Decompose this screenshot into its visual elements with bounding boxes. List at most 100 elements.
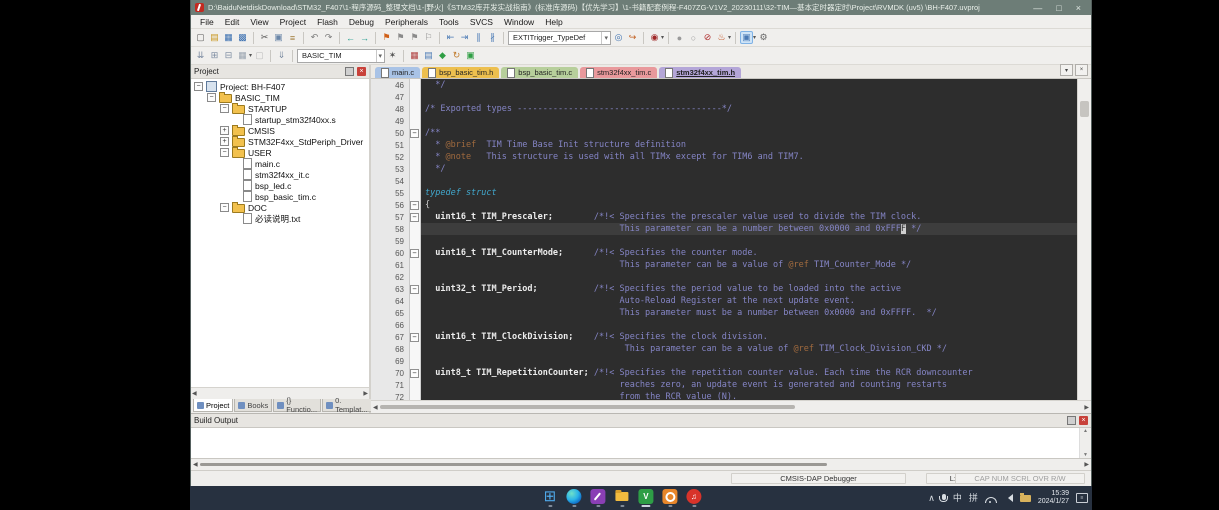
new-file-icon[interactable]: ▢ <box>194 31 207 44</box>
chevron-down-icon[interactable]: ▾ <box>376 50 383 62</box>
next-bookmark-icon[interactable]: ⚑ <box>408 31 421 44</box>
collapse-icon[interactable]: − <box>207 93 216 102</box>
batch-build-icon[interactable]: ▦ <box>236 49 249 62</box>
navigate-forward-icon[interactable]: → <box>358 31 371 44</box>
batch-build-dropdown-icon[interactable]: ▾ <box>249 52 252 59</box>
menu-edit[interactable]: Edit <box>220 17 245 27</box>
code-line[interactable]: 46 */ <box>371 79 1077 91</box>
unindent-icon[interactable]: ⇤ <box>444 31 457 44</box>
code-line[interactable]: 60− uint16_t TIM_CounterMode; /*!< Speci… <box>371 247 1077 259</box>
tree-item[interactable]: −STARTUP <box>191 103 369 114</box>
tree-item[interactable]: startup_stm32f40xx.s <box>191 114 369 125</box>
scroll-down-icon[interactable]: ▼ <box>1083 452 1088 458</box>
collapse-icon[interactable]: − <box>194 82 203 91</box>
collapse-icon[interactable]: − <box>220 104 229 113</box>
title-bar[interactable]: D:\BaiduNetdiskDownload\STM32_F407\1-程序源… <box>191 0 1091 15</box>
save-icon[interactable]: ▦ <box>222 31 235 44</box>
code-line[interactable]: 56−{ <box>371 199 1077 211</box>
code-line[interactable]: 71 reaches zero, an update event is gene… <box>371 379 1077 391</box>
code-line[interactable]: 52 * @note This structure is used with a… <box>371 151 1077 163</box>
enable-disable-breakpoint-icon[interactable]: ○ <box>687 31 700 44</box>
fold-box-icon[interactable]: − <box>410 333 419 342</box>
code-editor[interactable]: 46 */4748/* Exported types -------------… <box>371 79 1091 400</box>
scroll-left-icon[interactable]: ◀ <box>192 390 197 397</box>
navigate-back-icon[interactable]: ← <box>344 31 357 44</box>
expand-icon[interactable]: + <box>220 137 229 146</box>
code-line[interactable]: 57− uint16_t TIM_Prescaler; /*!< Specifi… <box>371 211 1077 223</box>
build-output-header[interactable]: Build Output × <box>191 413 1091 427</box>
start-stop-debug-dropdown-icon[interactable]: ▾ <box>661 34 664 41</box>
taskbar-app-orange[interactable] <box>662 489 677 507</box>
tree-item[interactable]: 必读说明.txt <box>191 213 369 224</box>
chevron-down-icon[interactable]: ▾ <box>601 32 608 44</box>
tab-close-icon[interactable]: × <box>1075 64 1088 76</box>
editor-vertical-scrollbar[interactable] <box>1077 79 1091 400</box>
uncomment-selection-icon[interactable]: ∦ <box>486 31 499 44</box>
download-to-flash-icon[interactable]: ⇓ <box>275 49 288 62</box>
comment-selection-icon[interactable]: ∥ <box>472 31 485 44</box>
fold-box-icon[interactable]: − <box>410 213 419 222</box>
clear-bookmarks-icon[interactable]: ⚐ <box>422 31 435 44</box>
tree-item[interactable]: bsp_led.c <box>191 180 369 191</box>
editor-tab-stm32f4xx_tim-c[interactable]: stm32f4xx_tim.c <box>580 67 657 78</box>
wifi-icon[interactable] <box>985 497 997 503</box>
menu-help[interactable]: Help <box>540 17 567 27</box>
fold-box-icon[interactable]: − <box>410 369 419 378</box>
code-line[interactable]: 64 Auto-Reload Register at the next upda… <box>371 295 1077 307</box>
fold-box-icon[interactable]: − <box>410 129 419 138</box>
open-file-icon[interactable]: ▤ <box>208 31 221 44</box>
start-stop-debug-icon[interactable]: ◉ <box>648 31 661 44</box>
project-close-icon[interactable]: × <box>357 67 366 76</box>
menu-debug[interactable]: Debug <box>344 17 379 27</box>
onedrive-folder-icon[interactable] <box>1020 495 1031 502</box>
pin-icon[interactable] <box>345 67 354 76</box>
code-line[interactable]: 59 <box>371 235 1077 247</box>
menu-file[interactable]: File <box>195 17 219 27</box>
previous-bookmark-icon[interactable]: ⚑ <box>394 31 407 44</box>
menu-project[interactable]: Project <box>275 17 311 27</box>
tree-item[interactable]: stm32f4xx_it.c <box>191 169 369 180</box>
build-output-vertical-scrollbar[interactable]: ▲ ▼ <box>1079 428 1091 458</box>
copy-icon[interactable]: ▣ <box>272 31 285 44</box>
taskbar-app-start[interactable]: ⊞ <box>542 489 557 507</box>
tree-item[interactable]: +CMSIS <box>191 125 369 136</box>
horizontal-scroll-thumb[interactable] <box>380 405 795 409</box>
editor-tab-main-c[interactable]: main.c <box>375 67 420 78</box>
code-line[interactable]: 69 <box>371 355 1077 367</box>
taskbar-app-edge[interactable] <box>566 489 581 507</box>
scroll-left-icon[interactable]: ◀ <box>193 461 198 468</box>
window-layout-icon[interactable]: ▣ <box>740 31 753 44</box>
code-line[interactable]: 66 <box>371 319 1077 331</box>
notification-center-icon[interactable]: ≡ <box>1076 493 1088 503</box>
fold-box-icon[interactable]: − <box>410 249 419 258</box>
fold-box-icon[interactable]: − <box>410 201 419 210</box>
menu-window[interactable]: Window <box>499 17 539 27</box>
undo-icon[interactable]: ↶ <box>308 31 321 44</box>
taskbar-app-netease[interactable]: ♫ <box>686 489 701 507</box>
fold-collapse-icon[interactable]: − <box>409 285 420 294</box>
tray-expand-icon[interactable]: ∧ <box>928 494 935 503</box>
code-line[interactable]: 51 * @brief TIM Time Base Init structure… <box>371 139 1077 151</box>
collapse-icon[interactable]: − <box>220 203 229 212</box>
close-button[interactable]: × <box>1076 3 1081 13</box>
code-line[interactable]: 58 This parameter can be a number betwee… <box>371 223 1077 235</box>
pin-icon[interactable] <box>1067 416 1076 425</box>
build-output-content[interactable]: ▲ ▼ <box>191 427 1091 459</box>
code-line[interactable]: 50−/** <box>371 127 1077 139</box>
tree-item[interactable]: −USER <box>191 147 369 158</box>
panel-tab-functio[interactable]: {} Functio... <box>273 399 321 412</box>
tree-item[interactable]: −DOC <box>191 202 369 213</box>
code-line[interactable]: 72 from the RCR value (N). <box>371 391 1077 400</box>
refresh-software-packs-icon[interactable]: ↻ <box>450 49 463 62</box>
taskbar-clock[interactable]: 15:39 2024/1/27 <box>1038 490 1069 506</box>
redo-icon[interactable]: ↷ <box>322 31 335 44</box>
panel-tab-books[interactable]: Books <box>234 399 272 412</box>
menu-tools[interactable]: Tools <box>434 17 464 27</box>
window-layout-dropdown-icon[interactable]: ▾ <box>753 34 756 41</box>
horizontal-scroll-thumb[interactable] <box>200 463 827 466</box>
options-for-target-icon[interactable]: ✶ <box>386 49 399 62</box>
fold-collapse-icon[interactable]: − <box>409 201 420 210</box>
build-output-close-icon[interactable]: × <box>1079 416 1088 425</box>
code-line[interactable]: 65 This parameter must be a number betwe… <box>371 307 1077 319</box>
incremental-find-icon[interactable]: ↪ <box>626 31 639 44</box>
